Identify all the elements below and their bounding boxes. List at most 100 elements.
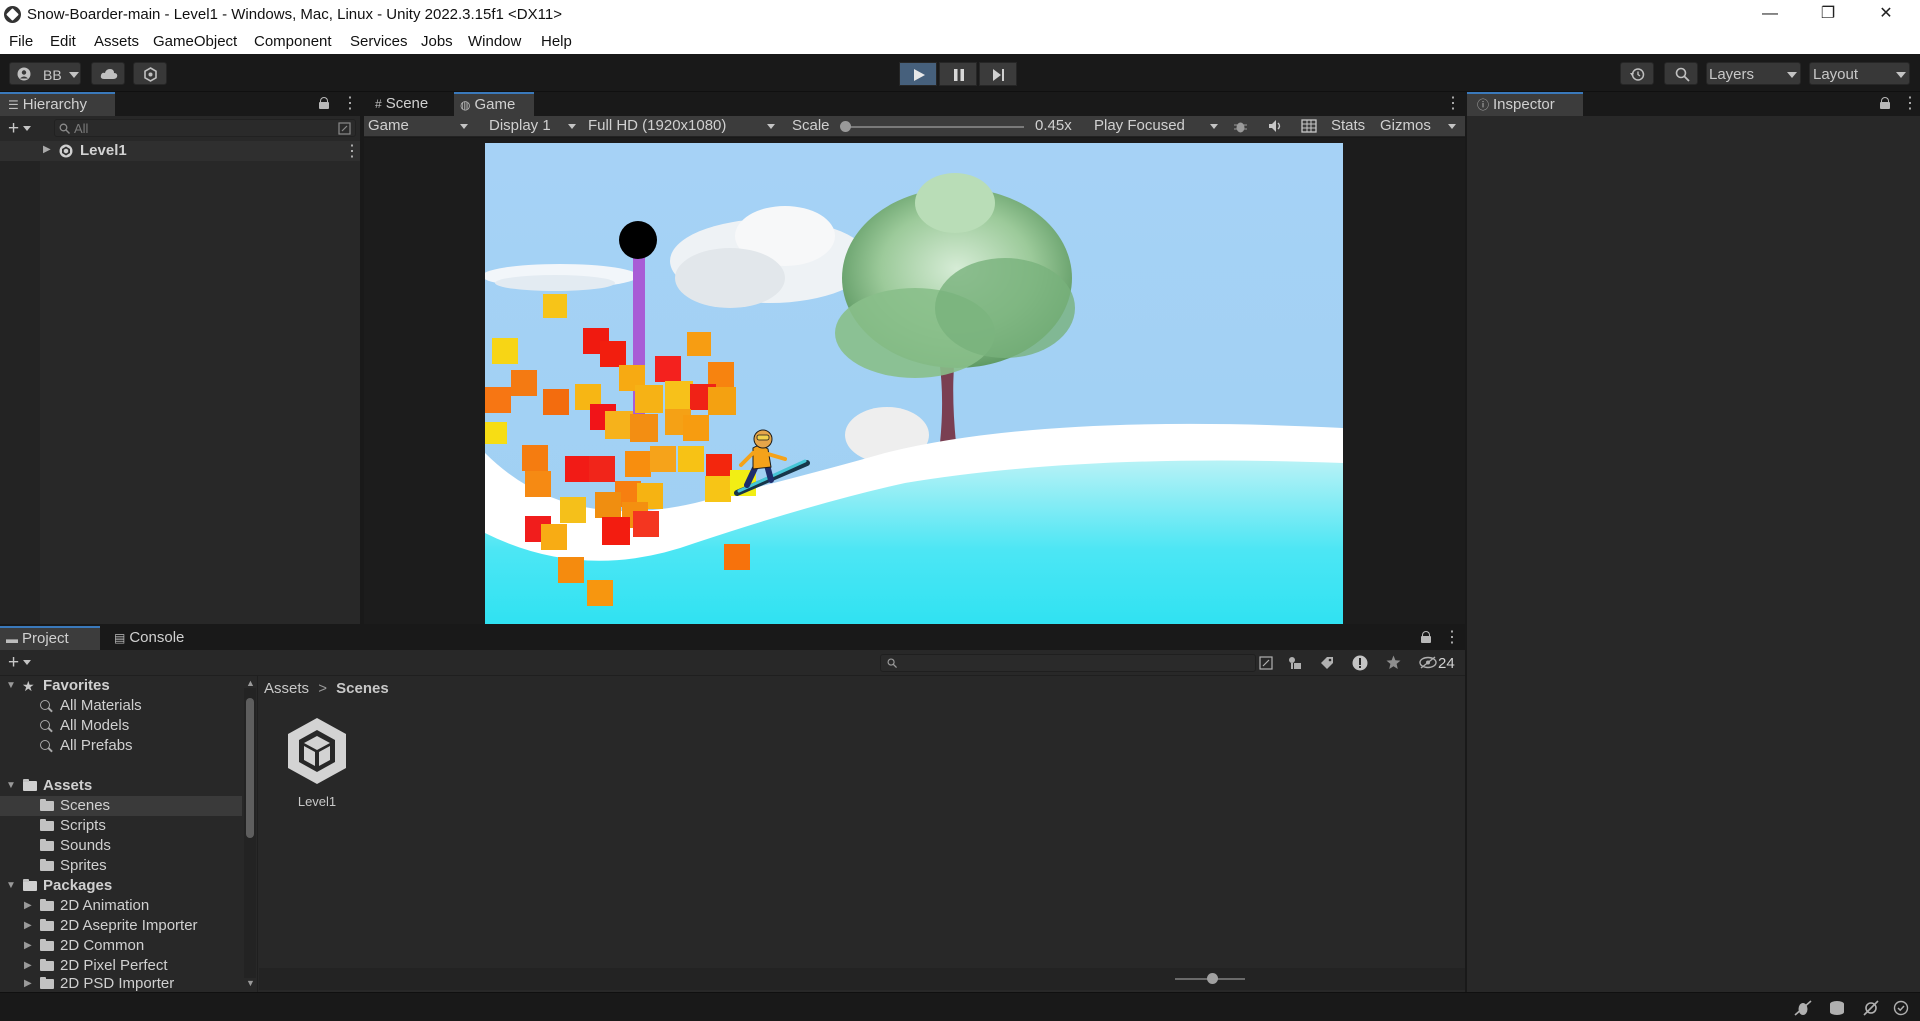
tab-inspector[interactable]: ⓘ Inspector <box>1467 92 1583 116</box>
asset-level1[interactable]: Level1 <box>282 716 352 812</box>
collab-button[interactable] <box>133 62 167 85</box>
account-button[interactable]: BB <box>9 62 81 85</box>
expand-arrow-icon[interactable]: ▶ <box>24 956 32 976</box>
hierarchy-search-input[interactable]: All <box>54 119 356 137</box>
restore-button[interactable]: ❐ <box>1799 0 1857 29</box>
gizmos-button[interactable]: Gizmos <box>1380 117 1431 134</box>
tree-favorites[interactable]: ▼ ★ Favorites <box>0 676 242 696</box>
search-in-folder-icon[interactable] <box>1259 656 1273 670</box>
expand-arrow-icon[interactable]: ▶ <box>24 974 32 992</box>
expand-arrow-icon[interactable]: ▶ <box>24 936 32 956</box>
checkmark-icon[interactable] <box>1893 1000 1909 1016</box>
history-button[interactable] <box>1620 62 1654 85</box>
cloud-button[interactable] <box>91 62 125 85</box>
breadcrumb-scenes[interactable]: Scenes <box>336 680 389 697</box>
tree-item-all-models[interactable]: All Models <box>0 716 242 736</box>
layers-dropdown[interactable]: Layers <box>1706 62 1801 85</box>
collapse-arrow-icon[interactable]: ▼ <box>6 876 16 896</box>
tree-scrollbar[interactable] <box>244 688 256 978</box>
search-filter-icon[interactable] <box>338 122 351 135</box>
more-options-icon[interactable] <box>1445 93 1461 113</box>
hierarchy-header: ☰ Hierarchy <box>0 92 360 116</box>
scroll-up-icon[interactable]: ▲ <box>246 678 255 688</box>
tree-folder-sprites[interactable]: Sprites <box>0 856 242 876</box>
add-object-button[interactable]: + <box>8 119 32 138</box>
scale-slider-track[interactable] <box>842 126 1024 128</box>
tree-package-2d-common[interactable]: ▶ 2D Common <box>0 936 242 956</box>
debug-icon[interactable] <box>1794 1000 1812 1016</box>
collapse-arrow-icon[interactable]: ▼ <box>6 676 16 696</box>
tab-scene[interactable]: # Scene <box>369 92 454 116</box>
expand-arrow-icon[interactable]: ▶ <box>24 916 32 936</box>
scroll-down-icon[interactable]: ▼ <box>246 978 255 988</box>
auto-generate-lighting-icon[interactable] <box>1862 1000 1880 1016</box>
menu-component[interactable]: Component <box>254 33 332 50</box>
create-asset-button[interactable]: + <box>8 653 32 672</box>
tree-packages[interactable]: ▼ Packages <box>0 876 242 896</box>
tree-folder-scenes[interactable]: Scenes <box>0 796 242 816</box>
layout-dropdown[interactable]: Layout <box>1809 62 1910 85</box>
project-search-input[interactable] <box>880 654 1256 672</box>
more-options-icon[interactable] <box>342 93 358 113</box>
filter-by-type-icon[interactable] <box>1288 656 1303 670</box>
pause-button[interactable] <box>939 62 977 86</box>
hierarchy-item-level1[interactable]: ▶ Level1 <box>0 141 360 161</box>
scrollbar-thumb[interactable] <box>246 698 254 838</box>
tree-package-2d-aseprite-importer[interactable]: ▶ 2D Aseprite Importer <box>0 916 242 936</box>
more-options-icon[interactable] <box>1444 627 1460 647</box>
tab-project[interactable]: ▬ Project <box>0 626 100 650</box>
menu-jobs[interactable]: Jobs <box>421 33 453 50</box>
scale-slider-handle[interactable] <box>840 121 851 132</box>
play-mode-dropdown[interactable]: Play Focused <box>1094 117 1185 134</box>
cache-server-icon[interactable] <box>1828 1000 1846 1016</box>
lock-icon[interactable] <box>319 97 329 109</box>
menu-services[interactable]: Services <box>350 33 408 50</box>
menu-file[interactable]: File <box>9 33 33 50</box>
minimize-button[interactable]: — <box>1741 0 1799 29</box>
tree-package-2d-pixel-perfect[interactable]: ▶ 2D Pixel Perfect <box>0 956 242 976</box>
filter-by-label-icon[interactable] <box>1320 656 1334 670</box>
game-viewport[interactable] <box>485 143 1343 624</box>
favorite-star-icon[interactable] <box>1386 655 1401 670</box>
stats-button[interactable]: Stats <box>1331 117 1365 134</box>
expand-arrow-icon[interactable]: ▶ <box>24 896 32 916</box>
resolution-dropdown[interactable]: Full HD (1920x1080) <box>588 117 726 134</box>
more-options-icon[interactable] <box>344 141 360 161</box>
folder-label: Scenes <box>60 797 111 814</box>
tree-item-all-materials[interactable]: All Materials <box>0 696 242 716</box>
more-options-icon[interactable] <box>1902 93 1918 113</box>
hidden-packages-icon[interactable] <box>1419 656 1437 669</box>
menu-assets[interactable]: Assets <box>94 33 139 50</box>
project-bottom-bar <box>259 968 1465 990</box>
tree-folder-scripts[interactable]: Scripts <box>0 816 242 836</box>
aspect-grid-icon[interactable] <box>1301 119 1317 133</box>
tab-game[interactable]: ◍ Game <box>454 92 534 116</box>
menu-help[interactable]: Help <box>541 33 572 50</box>
tree-folder-sounds[interactable]: Sounds <box>0 836 242 856</box>
menu-gameobject[interactable]: GameObject <box>153 33 237 50</box>
tree-package-2d-animation[interactable]: ▶ 2D Animation <box>0 896 242 916</box>
lock-icon[interactable] <box>1421 631 1431 643</box>
step-button[interactable] <box>979 62 1017 86</box>
menu-edit[interactable]: Edit <box>50 33 76 50</box>
tree-item-all-prefabs[interactable]: All Prefabs <box>0 736 242 756</box>
tree-package-2d-psd-importer[interactable]: ▶ 2D PSD Importer <box>0 974 242 992</box>
tab-console[interactable]: ▤ Console <box>106 626 202 650</box>
audio-mute-icon[interactable] <box>1268 119 1284 133</box>
breadcrumb-assets[interactable]: Assets <box>264 680 309 697</box>
menu-window[interactable]: Window <box>468 33 521 50</box>
tree-assets[interactable]: ▼ Assets <box>0 776 242 796</box>
icon-size-slider-handle[interactable] <box>1207 973 1218 984</box>
play-button[interactable] <box>899 62 937 86</box>
tab-hierarchy[interactable]: ☰ Hierarchy <box>0 92 115 116</box>
bug-icon[interactable] <box>1233 119 1248 134</box>
search-button[interactable] <box>1664 62 1698 85</box>
close-button[interactable]: ✕ <box>1857 0 1915 29</box>
display-dropdown[interactable]: Display 1 <box>489 117 551 134</box>
lock-icon[interactable] <box>1880 97 1890 109</box>
window-title: Snow-Boarder-main - Level1 - Windows, Ma… <box>27 6 562 23</box>
collapse-arrow-icon[interactable]: ▼ <box>6 776 16 796</box>
view-mode-dropdown[interactable]: Game <box>368 117 409 134</box>
expand-arrow-icon[interactable]: ▶ <box>43 144 51 155</box>
warning-filter-icon[interactable] <box>1352 655 1368 671</box>
